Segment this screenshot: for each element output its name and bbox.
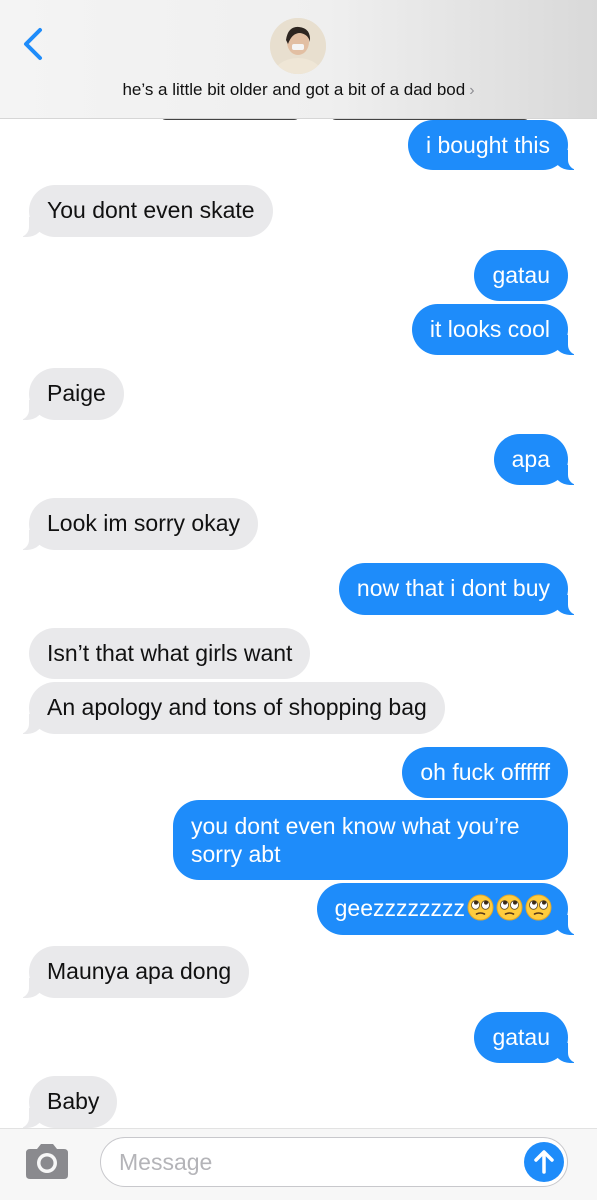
message-bubble-incoming[interactable]: Look im sorry okay [16, 498, 259, 550]
message-text: gatau [492, 262, 550, 288]
message-text: Look im sorry okay [47, 510, 241, 536]
message-input[interactable] [100, 1137, 568, 1187]
message-text: apa [511, 446, 550, 472]
message-text: oh fuck offffff [420, 759, 550, 785]
face-with-rolling-eyes-icon [525, 894, 552, 921]
contact-name: he’s a little bit older and got a bit of… [122, 80, 466, 99]
message-text: An apology and tons of shopping bag [47, 694, 427, 720]
message-bubble-incoming[interactable]: You dont even skate [17, 185, 273, 237]
send-button[interactable] [524, 1142, 564, 1182]
message-bubble-incoming[interactable]: An apology and tons of shopping bag [17, 682, 445, 734]
message-text: now that i dont buy [356, 575, 550, 601]
message-text: i bought this [425, 132, 550, 158]
message-bubble-outgoing[interactable]: gatau [474, 250, 568, 301]
messages-screen: he’s a little bit older and got a bit of… [0, 0, 597, 1200]
message-bubble-outgoing[interactable]: apa [493, 434, 581, 485]
message-bubble-outgoing[interactable]: it looks cool [411, 304, 581, 355]
chevron-right-icon: › [469, 82, 475, 99]
message-bubble-incoming[interactable]: Paige [17, 368, 124, 420]
message-composer [0, 1128, 597, 1200]
message-bubble-outgoing[interactable]: gatau [474, 1012, 580, 1063]
message-bubble-outgoing[interactable]: geezzzzzzzz [316, 883, 581, 935]
message-bubble-outgoing[interactable]: now that i dont buy [338, 563, 581, 615]
chevron-left-icon [24, 28, 42, 60]
message-bubble-outgoing[interactable]: you dont even know what you’re sorry abt [173, 800, 568, 880]
arrow-up-icon [534, 1150, 554, 1174]
message-bubble-incoming[interactable]: Isn’t that what girls want [29, 628, 311, 679]
face-with-rolling-eyes-icon [467, 894, 494, 921]
message-bubble-incoming[interactable]: Maunya apa dong [16, 946, 250, 998]
contact-name-row[interactable]: he’s a little bit older and got a bit of… [0, 80, 597, 100]
message-text: Baby [47, 1088, 100, 1114]
back-button[interactable] [18, 24, 50, 64]
camera-button[interactable] [22, 1141, 72, 1181]
message-text: You dont even skate [47, 197, 255, 223]
message-text: you dont even know what you’re sorry abt [191, 813, 520, 867]
message-bubble-outgoing[interactable]: i bought this [407, 120, 581, 170]
message-text: gatau [492, 1024, 550, 1050]
face-with-rolling-eyes-icon [496, 894, 523, 921]
message-text: it looks cool [429, 316, 550, 342]
camera-icon [26, 1144, 68, 1179]
message-text: Paige [47, 380, 106, 406]
message-text: Isn’t that what girls want [47, 640, 293, 666]
message-bubble-incoming[interactable]: Baby [16, 1076, 118, 1128]
message-text: Maunya apa dong [47, 958, 232, 984]
avatar[interactable] [270, 18, 326, 74]
conversation-header: he’s a little bit older and got a bit of… [0, 0, 597, 119]
message-text: geezzzzzzzz [334, 895, 465, 921]
message-bubble-outgoing[interactable]: oh fuck offffff [402, 747, 568, 798]
avatar-image [270, 18, 326, 74]
